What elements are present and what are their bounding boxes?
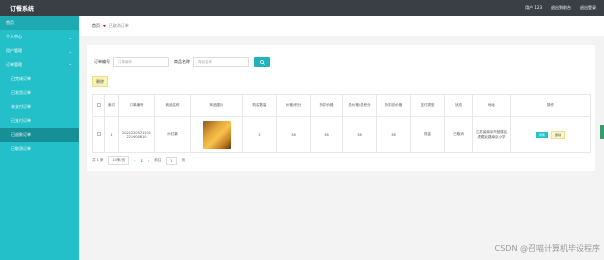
next-page-icon[interactable]: ›: [148, 159, 149, 163]
prev-page-icon[interactable]: ‹: [134, 159, 135, 163]
goto-label: 前往: [154, 158, 162, 162]
top-nav: 用户 123 退出到前台 退出登录: [525, 5, 604, 11]
page-size-select[interactable]: 10条/页: [108, 156, 130, 165]
logout-link[interactable]: 退出登录: [580, 5, 596, 11]
pagination: 共 1 条 10条/页 ‹ 1 › 前往 1 页: [92, 156, 185, 165]
side-tab[interactable]: [600, 125, 604, 139]
cell-image: [190, 116, 243, 153]
cell-product: 炒红薯: [154, 116, 191, 153]
col-address: 地址: [472, 94, 511, 117]
table-header-row: 索引 订单编号 商品名称 商品图片 购买数量 价格/积分 折扣价格 总价格/总积…: [92, 94, 591, 117]
cell-order-no: 2021220571201221900610: [118, 116, 155, 153]
chevron-down-icon: ⌄: [68, 34, 72, 40]
orders-table: 索引 订单编号 商品名称 商品图片 购买数量 价格/积分 折扣价格 总价格/总积…: [92, 94, 591, 153]
sidebar: 首页 个人中心 ⌄ 用户管理 ⌄ 订单管理 ⌃ 已完成订单 已发货订单 未支付订单 已…: [0, 16, 79, 260]
breadcrumb-current: 已取消订单: [108, 23, 129, 28]
cell-address: 江苏省南京市鼓楼区虎踞北路南京小学: [472, 116, 511, 153]
cell-status: 已取消: [444, 116, 473, 153]
col-product: 商品名称: [154, 94, 191, 117]
col-actions: 操作: [510, 94, 591, 117]
col-price: 价格/积分: [276, 94, 311, 117]
sidebar-item-orders[interactable]: 订单管理 ⌃: [0, 58, 79, 72]
product-input[interactable]: 商品名称: [193, 57, 249, 67]
col-discount-price: 折扣价格: [310, 94, 343, 117]
col-index: 索引: [104, 94, 119, 117]
main-content: 首页 ♥ 已取消订单 订单编号 订单编号 商品名称 商品名称 删除 索引 订单编…: [79, 16, 604, 260]
sidebar-item-completed-orders[interactable]: 已完成订单: [0, 72, 79, 86]
order-no-label: 订单编号: [94, 59, 110, 64]
col-total: 总价格/总积分: [342, 94, 377, 117]
sidebar-item-cancelled-orders[interactable]: 已取消订单: [0, 142, 79, 156]
cell-discount-price: 38: [310, 116, 343, 153]
heart-icon: ♥: [103, 24, 106, 28]
product-label: 商品名称: [174, 59, 190, 64]
chevron-down-icon: ⌄: [68, 48, 72, 54]
col-quantity: 购买数量: [242, 94, 277, 117]
cell-quantity: 2: [242, 116, 277, 153]
cell-actions: 详情 删除: [510, 116, 591, 153]
product-image: [202, 120, 231, 149]
cell-index: 1: [104, 116, 119, 153]
top-bar: 订餐系统 用户 123 退出到前台 退出登录: [0, 0, 604, 16]
col-order-no: 订单编号: [118, 94, 155, 117]
watermark: CSDN @召喵计算机毕设程序: [494, 244, 600, 253]
page-suffix: 页: [181, 158, 186, 162]
sidebar-item-refunded-orders[interactable]: 已退款订单: [0, 128, 79, 142]
back-to-front-link[interactable]: 退出到前台: [551, 5, 571, 11]
breadcrumb-home[interactable]: 首页: [92, 23, 100, 29]
cell-total: 38: [342, 116, 377, 153]
cell-discount-total: 38: [376, 116, 411, 153]
sidebar-item-unpaid-orders[interactable]: 未支付订单: [0, 100, 79, 114]
cell-pay-type: 现金: [410, 116, 445, 153]
orders-panel: 订单编号 订单编号 商品名称 商品名称 删除 索引 订单编号 商品名称 商品图片…: [87, 45, 595, 171]
bulk-delete-button[interactable]: 删除: [92, 76, 108, 87]
sidebar-item-home[interactable]: 首页: [0, 16, 79, 30]
select-all-checkbox[interactable]: [92, 94, 105, 117]
col-status: 状态: [444, 94, 473, 117]
user-label[interactable]: 用户 123: [525, 5, 542, 11]
col-discount-total: 折扣总价格: [376, 94, 411, 117]
sidebar-item-shipped-orders[interactable]: 已发货订单: [0, 86, 79, 100]
table-row: 1 2021220571201221900610 炒红薯 2 38 38 38 …: [92, 116, 591, 153]
col-image: 商品图片: [190, 94, 243, 117]
row-checkbox[interactable]: [92, 116, 105, 153]
cell-price: 38: [276, 116, 311, 153]
row-delete-button[interactable]: 删除: [551, 130, 566, 139]
order-no-input[interactable]: 订单编号: [113, 57, 169, 67]
view-button[interactable]: 详情: [535, 131, 548, 138]
filter-bar: 订单编号 订单编号 商品名称 商品名称: [94, 57, 270, 67]
sidebar-item-paid-orders[interactable]: 已支付订单: [0, 114, 79, 128]
goto-input[interactable]: 1: [166, 156, 177, 165]
breadcrumb: 首页 ♥ 已取消订单: [79, 16, 604, 36]
sidebar-item-users[interactable]: 用户管理 ⌄: [0, 44, 79, 58]
total-count: 共 1 条: [92, 158, 104, 162]
search-icon: [259, 59, 265, 65]
page-number[interactable]: 1: [141, 159, 143, 163]
col-pay-type: 支付类型: [410, 94, 445, 117]
search-button[interactable]: [254, 57, 270, 67]
app-title: 订餐系统: [10, 5, 35, 13]
sidebar-item-profile[interactable]: 个人中心 ⌄: [0, 30, 79, 44]
chevron-up-icon: ⌃: [68, 62, 72, 68]
